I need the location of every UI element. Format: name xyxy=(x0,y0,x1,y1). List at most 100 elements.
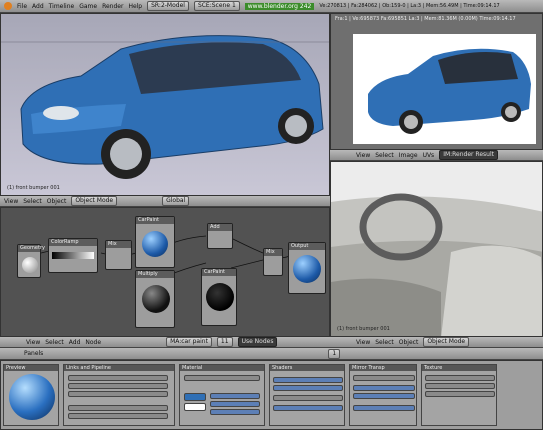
scene-stats: Ve:270813 | Fa:284062 | Ob:159-0 | La:3 … xyxy=(319,3,500,9)
slider[interactable] xyxy=(353,393,415,399)
node-carpaint-1[interactable]: CarPaint xyxy=(135,216,175,268)
node-menu[interactable]: Node xyxy=(85,339,101,346)
texture-slot[interactable] xyxy=(425,375,495,381)
panel-title: Preview xyxy=(4,365,58,371)
select-menu[interactable]: Select xyxy=(23,198,42,205)
object-menu[interactable]: Object xyxy=(47,198,67,205)
blender-logo-icon xyxy=(4,2,12,10)
texture-panel: Texture xyxy=(421,364,497,426)
option-field[interactable] xyxy=(68,383,168,389)
node-title: Multiply xyxy=(136,271,174,278)
render-info: Fra:1 | Ve:695873 Fa:695851 La:3 | Mem:8… xyxy=(335,16,516,22)
node-title: Output xyxy=(289,243,325,250)
preview-sphere xyxy=(22,257,38,273)
menu-timeline[interactable]: Timeline xyxy=(49,3,75,10)
option-field[interactable] xyxy=(68,375,168,381)
node-editor-header: View Select Add Node MA:car paint 11 Use… xyxy=(0,337,330,348)
texture-slot[interactable] xyxy=(425,383,495,389)
node-output[interactable]: Output xyxy=(288,242,326,294)
frame-field[interactable]: 11 xyxy=(216,337,233,347)
node-mix-1[interactable]: Mix xyxy=(105,240,132,270)
mode-selector[interactable]: Object Mode xyxy=(423,337,470,347)
node-colorramp[interactable]: ColorRamp xyxy=(48,238,98,273)
view-menu[interactable]: View xyxy=(356,152,370,159)
slider[interactable] xyxy=(273,405,343,411)
frame-field[interactable]: 1 xyxy=(328,348,341,359)
uvs-menu[interactable]: UVs xyxy=(423,152,435,159)
slider[interactable] xyxy=(210,393,260,399)
texture-slot[interactable] xyxy=(425,391,495,397)
menu-help[interactable]: Help xyxy=(128,3,142,10)
node-title: CarPaint xyxy=(136,217,174,224)
node-title: Add xyxy=(208,224,232,231)
panel-title: Texture xyxy=(422,365,496,371)
option-field[interactable] xyxy=(353,375,415,381)
view-menu[interactable]: View xyxy=(4,198,18,205)
slider[interactable] xyxy=(210,401,260,407)
menu-game[interactable]: Game xyxy=(79,3,97,10)
buttons-window: Preview Links and Pipeline Material Shad… xyxy=(0,360,543,430)
preview-panel: Preview xyxy=(3,364,59,426)
node-add[interactable]: Add xyxy=(207,223,233,249)
3d-viewport[interactable]: (1) front bumper 001 xyxy=(0,13,330,196)
node-mix-2[interactable]: Mix xyxy=(263,248,283,276)
select-menu[interactable]: Select xyxy=(375,152,394,159)
screen-selector[interactable]: SR:2-Model xyxy=(147,1,189,11)
object-menu[interactable]: Object xyxy=(399,339,419,346)
menu-add[interactable]: Add xyxy=(32,3,44,10)
links-pipeline-panel: Links and Pipeline xyxy=(63,364,175,426)
use-nodes-toggle[interactable]: Use Nodes xyxy=(237,337,278,347)
website-url: www.blender.org 242 xyxy=(244,2,315,10)
viewport-object-label: (1) front bumper 001 xyxy=(337,326,390,332)
option-field[interactable] xyxy=(68,391,168,397)
node-title: CarPaint xyxy=(202,269,236,276)
slider[interactable] xyxy=(273,377,343,383)
panel-title: Shaders xyxy=(270,365,344,371)
node-title: Mix xyxy=(106,241,131,248)
menu-render[interactable]: Render xyxy=(102,3,123,10)
slider[interactable] xyxy=(353,385,415,391)
node-geometry[interactable]: Geometry xyxy=(17,244,45,278)
slider[interactable] xyxy=(210,409,260,415)
slider[interactable] xyxy=(353,405,415,411)
rendered-car xyxy=(368,48,531,134)
option-field[interactable] xyxy=(68,405,168,411)
render-result-view[interactable]: Fra:1 | Ve:695873 Fa:695851 La:3 | Mem:8… xyxy=(330,13,543,150)
interior-header: View Select Object Object Mode xyxy=(330,337,543,348)
preview-sphere xyxy=(206,283,234,311)
orientation-selector[interactable]: Global xyxy=(162,196,190,206)
view-menu[interactable]: View xyxy=(26,339,40,346)
preview-sphere xyxy=(293,255,321,283)
preview-sphere xyxy=(9,374,55,420)
image-editor-header: View Select Image UVs IM:Render Result xyxy=(330,150,543,161)
slider[interactable] xyxy=(273,385,343,391)
shaders-panel: Shaders xyxy=(269,364,345,426)
image-menu[interactable]: Image xyxy=(399,152,418,159)
node-editor[interactable]: Geometry ColorRamp Mix CarPaint Add Mult… xyxy=(0,207,330,337)
select-menu[interactable]: Select xyxy=(45,339,64,346)
mirror-transp-panel: Mirror Transp xyxy=(349,364,417,426)
interior-viewport[interactable]: (1) front bumper 001 xyxy=(330,161,543,337)
view-menu[interactable]: View xyxy=(356,339,370,346)
car-model xyxy=(1,35,329,179)
option-field[interactable] xyxy=(184,375,260,381)
mode-selector[interactable]: Object Mode xyxy=(71,196,118,206)
option-field[interactable] xyxy=(68,413,168,419)
buttons-header: Panels 1 xyxy=(0,348,543,360)
add-menu[interactable]: Add xyxy=(69,339,81,346)
preview-sphere xyxy=(142,285,170,313)
node-carpaint-2[interactable]: CarPaint xyxy=(201,268,237,326)
color-swatch[interactable] xyxy=(184,393,206,401)
preview-sphere xyxy=(142,231,168,257)
node-multiply[interactable]: Multiply xyxy=(135,270,175,328)
scene-selector[interactable]: SCE:Scene 1 xyxy=(193,1,240,11)
material-selector[interactable]: MA:car paint xyxy=(166,337,212,347)
menu-file[interactable]: File xyxy=(17,3,27,10)
image-selector[interactable]: IM:Render Result xyxy=(439,150,498,160)
option-field[interactable] xyxy=(273,395,343,401)
material-panel: Material xyxy=(179,364,265,426)
colorramp-bar xyxy=(52,252,94,259)
color-swatch[interactable] xyxy=(184,403,206,411)
select-menu[interactable]: Select xyxy=(375,339,394,346)
top-menu-bar: File Add Timeline Game Render Help SR:2-… xyxy=(0,0,543,13)
